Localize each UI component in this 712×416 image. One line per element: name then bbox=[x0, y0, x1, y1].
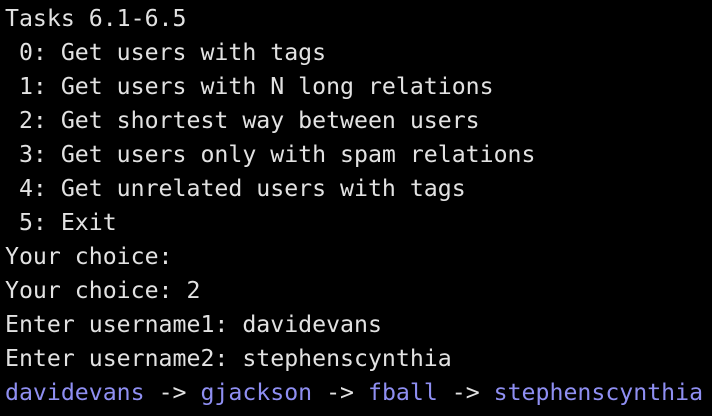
path-node-4: stephenscynthia bbox=[493, 379, 704, 406]
menu-title: Tasks 6.1-6.5 bbox=[5, 5, 187, 32]
username2-prompt: Enter username2: stephenscynthia bbox=[5, 345, 452, 372]
menu-option-4: 4: Get unrelated users with tags bbox=[5, 175, 466, 202]
path-arrow-3: -> bbox=[437, 379, 494, 406]
path-arrow-2: -> bbox=[312, 379, 368, 406]
menu-option-5: 5: Exit bbox=[5, 209, 117, 236]
terminal-window[interactable]: Tasks 6.1-6.5 0: Get users with tags 1: … bbox=[0, 0, 712, 416]
menu-option-1: 1: Get users with N long relations bbox=[5, 73, 494, 100]
path-arrow-1: -> bbox=[144, 379, 201, 406]
path-node-2: gjackson bbox=[200, 379, 313, 406]
choice-prompt-empty: Your choice: bbox=[5, 243, 173, 270]
menu-option-0: 0: Get users with tags bbox=[5, 39, 327, 66]
menu-option-2: 2: Get shortest way between users bbox=[5, 107, 480, 134]
path-node-3: fball bbox=[367, 379, 438, 406]
path-node-1: davidevans bbox=[5, 379, 145, 406]
username1-prompt: Enter username1: davidevans bbox=[5, 311, 382, 338]
shortest-path-output: davidevans -> gjackson -> fball -> steph… bbox=[5, 376, 712, 410]
menu-option-3: 3: Get users only with spam relations bbox=[5, 141, 536, 168]
choice-prompt: Your choice: 2 bbox=[5, 277, 201, 304]
